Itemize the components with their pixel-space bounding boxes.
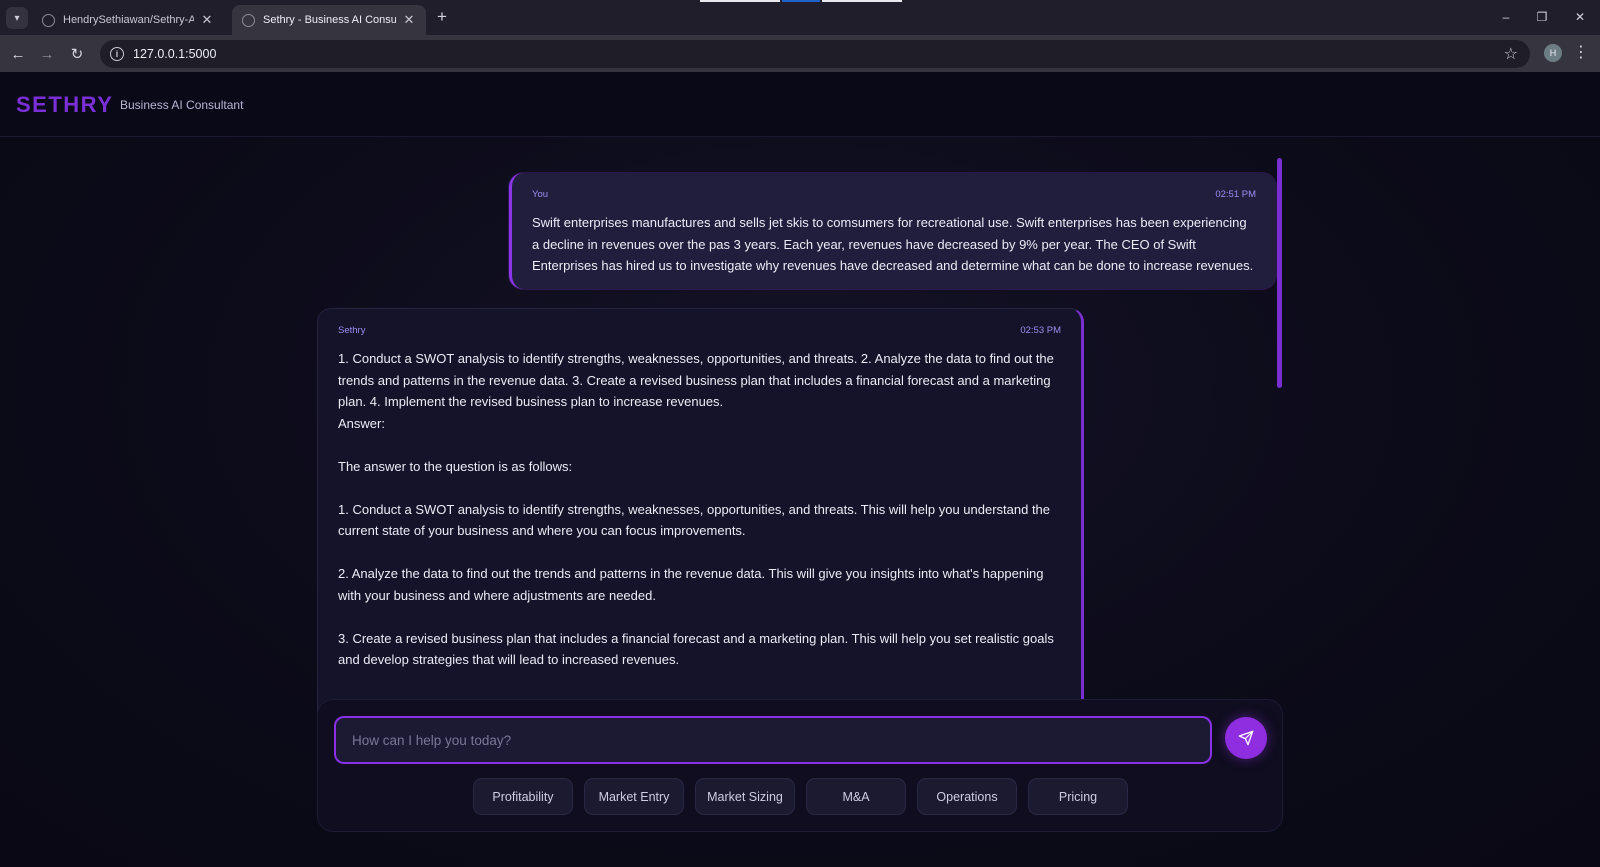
brand-logo: SETHRY: [16, 92, 114, 117]
topic-market-sizing-button[interactable]: Market Sizing: [695, 778, 795, 815]
window-drag-indicator: [822, 0, 902, 2]
send-icon: [1238, 730, 1254, 746]
message-author: You: [532, 189, 549, 200]
browser-tab-sethry[interactable]: Sethry - Business AI Consultant ✕: [232, 5, 426, 35]
tab-label: Sethry - Business AI Consultant: [263, 14, 396, 26]
assistant-message: Sethry 02:53 PM 1. Conduct a SWOT analys…: [317, 308, 1084, 754]
restore-button[interactable]: ❐: [1527, 6, 1557, 28]
minimize-button[interactable]: –: [1491, 6, 1521, 28]
message-time: 02:51 PM: [1215, 189, 1256, 200]
bookmark-star-icon[interactable]: ☆: [1504, 44, 1518, 64]
topic-operations-button[interactable]: Operations: [917, 778, 1017, 815]
topic-market-entry-button[interactable]: Market Entry: [584, 778, 684, 815]
message-header: Sethry 02:53 PM: [338, 325, 1061, 336]
composer-panel: Profitability Market Entry Market Sizing…: [317, 699, 1283, 832]
user-message: You 02:51 PM Swift enterprises manufactu…: [509, 173, 1276, 289]
send-button[interactable]: [1225, 717, 1267, 759]
topic-pricing-button[interactable]: Pricing: [1028, 778, 1128, 815]
address-url[interactable]: 127.0.0.1:5000: [133, 47, 216, 61]
message-header: You 02:51 PM: [532, 189, 1256, 200]
window-drag-indicator: [782, 0, 820, 2]
back-arrow-icon[interactable]: ←: [6, 42, 30, 66]
message-time: 02:53 PM: [1020, 325, 1061, 336]
browser-menu-icon[interactable]: ⋮: [1573, 42, 1589, 62]
browser-tab-bar: ▾ HendrySethiawan/Sethry-AI-Bu ✕ Sethry …: [0, 0, 1600, 35]
message-text: 1. Conduct a SWOT analysis to identify s…: [338, 351, 1054, 667]
message-text: Swift enterprises manufactures and sells…: [532, 215, 1254, 273]
brand-tagline: Business AI Consultant: [120, 98, 244, 112]
address-bar[interactable]: i 127.0.0.1:5000 ☆: [100, 40, 1530, 68]
chat-messages[interactable]: You 02:51 PM Swift enterprises manufactu…: [0, 138, 1600, 754]
github-favicon-icon: [42, 13, 55, 27]
tab-search-button[interactable]: ▾: [6, 7, 28, 29]
app-header: SETHRY Business AI Consultant: [0, 72, 1600, 137]
app-root: SETHRY Business AI Consultant You 02:51 …: [0, 72, 1600, 867]
browser-toolbar: ← → ↻ i 127.0.0.1:5000 ☆ H ⋮: [0, 35, 1600, 72]
close-window-button[interactable]: ✕: [1565, 6, 1595, 28]
window-drag-indicator: [700, 0, 780, 2]
forward-arrow-icon[interactable]: →: [35, 42, 59, 66]
globe-favicon-icon: [242, 13, 255, 27]
tab-label: HendrySethiawan/Sethry-AI-Bu: [63, 14, 194, 26]
topic-m-and-a-button[interactable]: M&A: [806, 778, 906, 815]
site-info-icon[interactable]: i: [110, 47, 124, 61]
prompt-input[interactable]: [334, 716, 1212, 764]
chat-scrollbar[interactable]: [1277, 158, 1282, 388]
profile-avatar[interactable]: H: [1544, 44, 1562, 62]
quick-topics: Profitability Market Entry Market Sizing…: [473, 778, 1128, 815]
tab-close-icon[interactable]: ✕: [402, 12, 416, 28]
browser-tab-github[interactable]: HendrySethiawan/Sethry-AI-Bu ✕: [32, 5, 224, 35]
new-tab-button[interactable]: +: [433, 8, 451, 26]
tab-close-icon[interactable]: ✕: [200, 12, 214, 28]
topic-profitability-button[interactable]: Profitability: [473, 778, 573, 815]
message-author: Sethry: [338, 325, 366, 336]
reload-icon[interactable]: ↻: [65, 42, 89, 66]
